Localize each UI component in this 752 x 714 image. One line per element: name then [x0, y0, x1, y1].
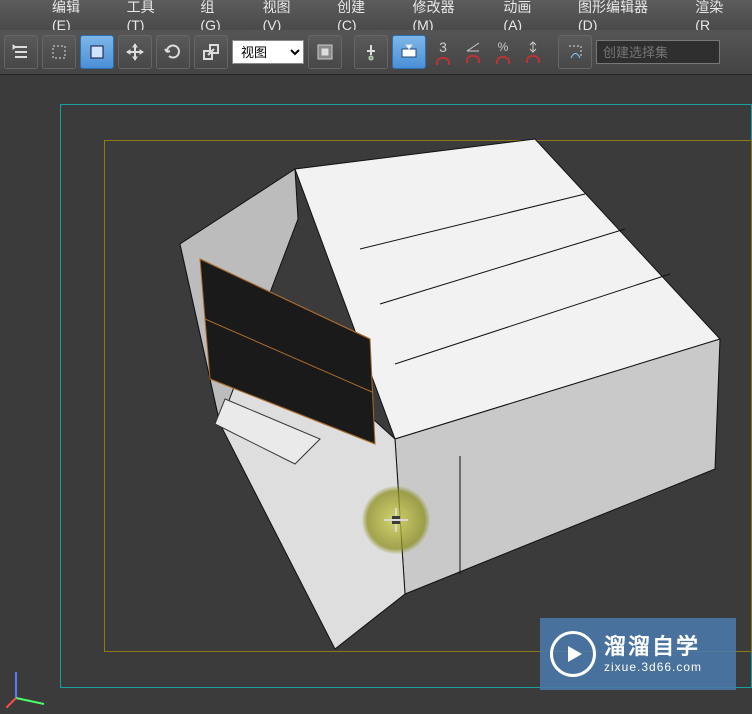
magnet-icon [526, 55, 540, 63]
watermark-url: zixue.3d66.com [604, 660, 702, 674]
watermark-title: 溜溜自学 [604, 634, 702, 660]
select-list-button[interactable] [4, 35, 38, 69]
angle-snap-toggle[interactable] [460, 37, 486, 67]
snap-3d-toggle[interactable]: 3 [430, 37, 456, 67]
pivot-center-button[interactable] [308, 35, 342, 69]
named-selection-tool[interactable] [558, 35, 592, 69]
spinner-snap-toggle[interactable] [520, 37, 546, 67]
safe-frame-inner [104, 140, 752, 652]
named-selection-input[interactable] [596, 40, 720, 64]
play-icon [550, 631, 596, 677]
select-object-button[interactable] [80, 35, 114, 69]
move-tool-button[interactable] [118, 35, 152, 69]
select-region-button[interactable] [42, 35, 76, 69]
safe-frame-outer [60, 104, 752, 688]
manipulate-button[interactable] [354, 35, 388, 69]
rotate-tool-button[interactable] [156, 35, 190, 69]
menu-bar: 编辑(E) 工具(T) 组(G) 视图(V) 创建(C) 修改器(M) 动画(A… [0, 0, 752, 31]
snap-group: 3 % [430, 37, 546, 67]
scale-tool-button[interactable] [194, 35, 228, 69]
percent-snap-toggle[interactable]: % [490, 37, 516, 67]
watermark: 溜溜自学 zixue.3d66.com [540, 618, 736, 690]
stage: 溜溜自学 zixue.3d66.com [0, 78, 752, 714]
world-axis-gizmo [6, 664, 50, 708]
magnet-icon [436, 57, 450, 65]
main-toolbar: 视图 3 % [0, 30, 752, 75]
keyboard-shortcut-override-button[interactable] [392, 35, 426, 69]
magnet-icon [496, 56, 510, 64]
reference-coordinate-dropdown[interactable]: 视图 [232, 40, 304, 64]
model-box [60, 104, 752, 688]
magnet-icon [466, 55, 480, 63]
perspective-viewport[interactable] [60, 104, 752, 688]
